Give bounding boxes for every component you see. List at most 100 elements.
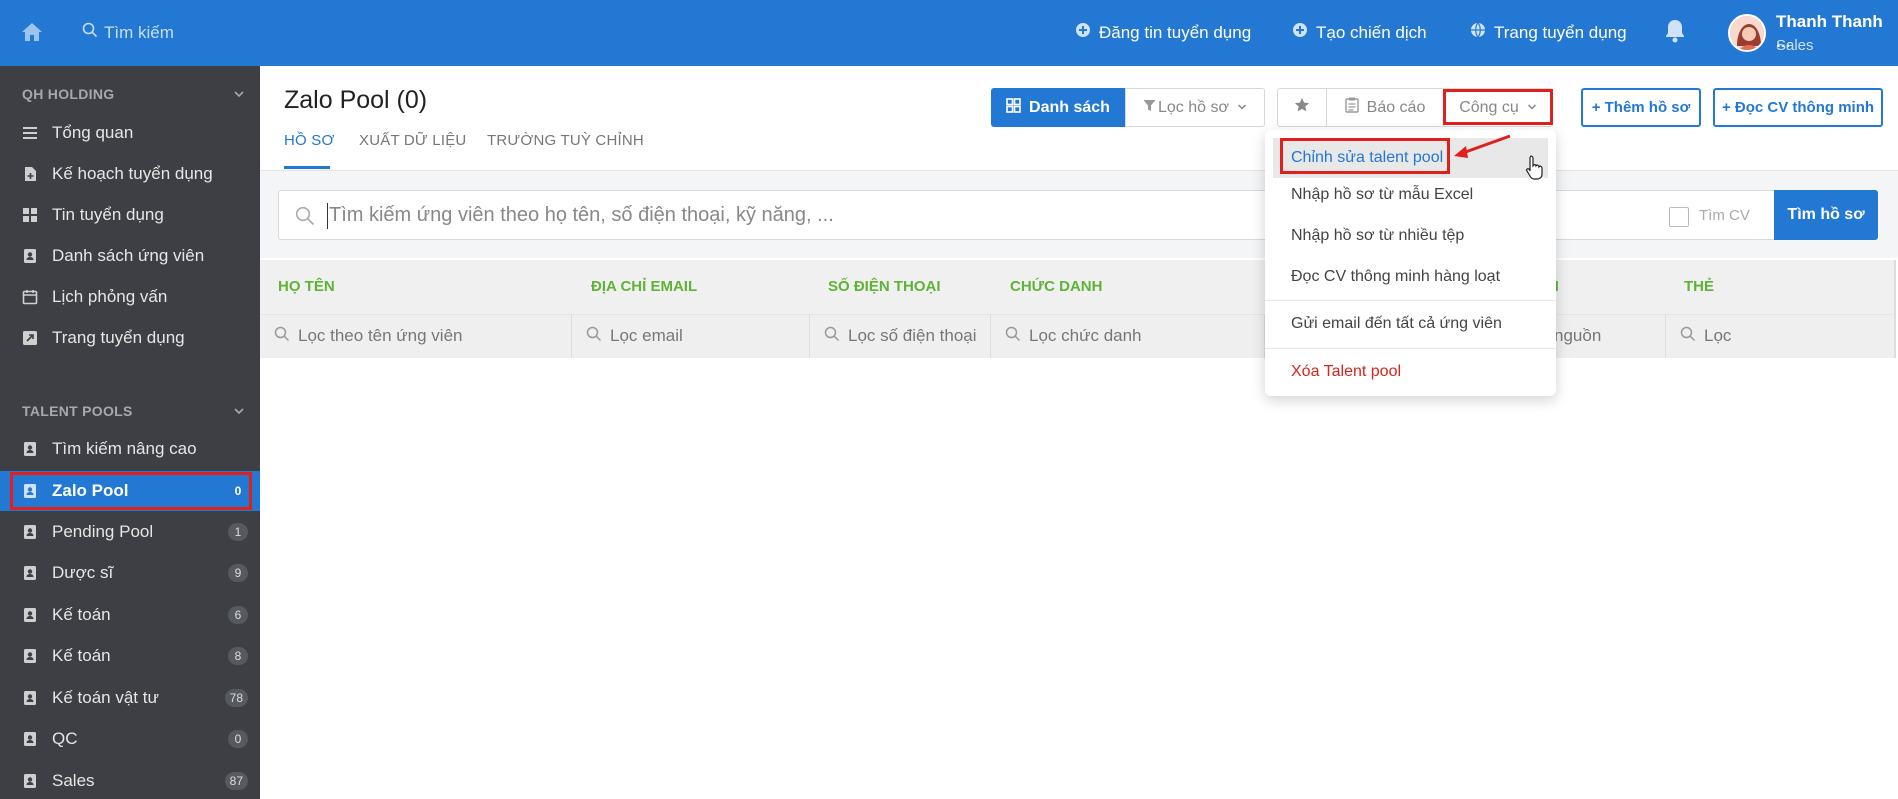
filter-name-input[interactable]: Lọc theo tên ứng viên [260,314,572,358]
contact-card-icon [22,565,38,581]
sidebar-pool-pending[interactable]: Pending Pool 1 [0,512,260,552]
pools-section-title[interactable]: TALENT POOLS [22,403,133,419]
pool-count-badge: 87 [224,772,248,790]
sidebar-item-label: Kế hoạch tuyển dụng [52,164,213,183]
report-label: Báo cáo [1366,98,1426,116]
search-icon [1680,326,1696,347]
sidebar-item-interview-schedule[interactable]: Lịch phỏng vấn [0,277,260,317]
menu-icon [22,125,38,141]
pool-count-badge: 1 [228,523,248,541]
sidebar-pool-accounting-1[interactable]: Kế toán 6 [0,595,260,635]
smart-cv-button[interactable]: + Đọc CV thông minh [1713,88,1883,127]
text-cursor [327,203,328,229]
favorite-button[interactable] [1277,88,1327,127]
menu-item-delete-pool[interactable]: Xóa Talent pool [1265,352,1556,392]
tab-export-data[interactable]: XUẤT DỮ LIỆU [359,132,466,149]
column-header-phone[interactable]: SỐ ĐIỆN THOẠI [828,278,941,295]
create-campaign-link[interactable]: Tạo chiến dịch [1292,22,1427,43]
contact-card-icon [22,248,38,264]
highlight-box [1443,89,1553,125]
pool-name: QC [52,729,78,748]
filter-title-input[interactable]: Lọc chức danh [991,314,1265,358]
highlight-box [10,472,252,510]
plus-circle-icon [1075,22,1091,43]
pool-count-badge: 0 [228,730,248,748]
highlight-box [1280,138,1450,174]
search-icon [295,206,315,231]
sidebar-item-advanced-search[interactable]: Tìm kiếm nâng cao [0,429,260,469]
sidebar-pool-accounting-2[interactable]: Kế toán 8 [0,636,260,676]
career-page-link[interactable]: Trang tuyển dụng [1470,22,1627,43]
create-campaign-label: Tạo chiến dịch [1316,22,1427,42]
column-header-email[interactable]: ĐỊA CHỈ EMAIL [591,278,697,295]
clipboard-icon [1344,97,1359,118]
page-title: Zalo Pool (0) [284,86,428,114]
post-job-link[interactable]: Đăng tin tuyển dụng [1075,22,1251,43]
filter-profiles-dropdown[interactable]: Lọc hồ sơ [1125,88,1265,127]
chevron-down-icon [1237,99,1247,117]
filter-source-input[interactable]: nguồn [1540,314,1666,358]
column-header-title[interactable]: CHỨC DANH [1010,278,1102,295]
contact-card-icon [22,648,38,664]
plus-circle-icon [1292,22,1308,43]
tab-profiles[interactable]: HỒ SƠ [284,132,335,149]
filter-tags-input[interactable]: Lọc [1666,314,1894,358]
filter-email-input[interactable]: Lọc email [572,314,810,358]
calendar-icon [22,289,38,305]
contact-card-icon [22,441,38,457]
file-plus-icon [22,166,38,182]
filter-tags-placeholder: Lọc [1704,326,1732,345]
report-button[interactable]: Báo cáo [1326,88,1444,127]
filter-phone-input[interactable]: Lọc số điện thoại [810,314,991,358]
pool-count-badge: 6 [228,606,248,624]
column-header-name[interactable]: HỌ TÊN [278,278,335,295]
global-search[interactable]: Tìm kiếm [82,22,174,43]
menu-item-email-all[interactable]: Gửi email đến tất cả ứng viên [1265,304,1556,344]
menu-divider [1265,348,1556,349]
contact-card-icon [22,607,38,623]
user-role: Sales [1776,37,1814,54]
horizontal-scrollbar[interactable] [1894,260,1896,358]
candidate-search-placeholder: Tìm kiếm ứng viên theo họ tên, số điện t… [329,204,834,226]
contact-card-icon [22,773,38,789]
search-cv-checkbox[interactable] [1669,207,1689,227]
sidebar-item-job-posts[interactable]: Tin tuyển dụng [0,195,260,235]
list-view-label: Danh sách [1029,98,1110,116]
contact-card-icon [22,690,38,706]
add-profile-button[interactable]: + Thêm hồ sơ [1581,88,1701,127]
sidebar-item-label: Tìm kiếm nâng cao [52,439,197,458]
list-view-button[interactable]: Danh sách [991,88,1125,127]
sidebar-item-label: Lịch phỏng vấn [52,287,168,306]
home-icon[interactable] [20,20,44,44]
avatar[interactable] [1728,14,1766,52]
filter-icon [1143,99,1156,117]
sidebar-item-label: Trang tuyển dụng [52,328,185,347]
star-icon [1294,97,1310,118]
sidebar-item-recruitment-plan[interactable]: Kế hoạch tuyển dụng [0,154,260,194]
search-icon [274,326,290,347]
sidebar-pool-qc[interactable]: QC 0 [0,719,260,759]
menu-item-bulk-smart-cv[interactable]: Đọc CV thông minh hàng loạt [1265,257,1556,297]
tab-custom-fields[interactable]: TRƯỜNG TUỲ CHỈNH [487,132,644,149]
sidebar-item-career-page[interactable]: Trang tuyển dụng [0,318,260,358]
search-cv-label: Tìm CV [1699,207,1750,224]
sidebar: QH HOLDING Tổng quan Kế hoạch tuyển dụng… [0,66,260,799]
sidebar-item-label: Tổng quan [52,123,134,142]
menu-item-import-files[interactable]: Nhập hồ sơ từ nhiều tệp [1265,216,1556,256]
global-search-placeholder: Tìm kiếm [104,22,174,42]
sidebar-pool-pharmacist[interactable]: Dược sĩ 9 [0,553,260,593]
pool-count-badge: 9 [228,564,248,582]
pool-count-badge: 78 [224,689,248,707]
chevron-down-icon[interactable] [233,87,245,99]
sidebar-item-candidates[interactable]: Danh sách ứng viên [0,236,260,276]
sidebar-pool-materials-accounting[interactable]: Kế toán vật tư 78 [0,678,260,718]
sidebar-pool-sales[interactable]: Sales 87 [0,761,260,799]
search-icon [586,326,602,347]
column-header-tags[interactable]: THẺ [1684,278,1714,295]
sidebar-item-overview[interactable]: Tổng quan [0,113,260,153]
grid-icon [22,207,38,223]
chevron-down-icon[interactable] [233,404,245,416]
org-section-title[interactable]: QH HOLDING [22,86,114,102]
search-profiles-button[interactable]: Tìm hồ sơ [1774,190,1878,240]
bell-icon[interactable] [1664,18,1686,49]
